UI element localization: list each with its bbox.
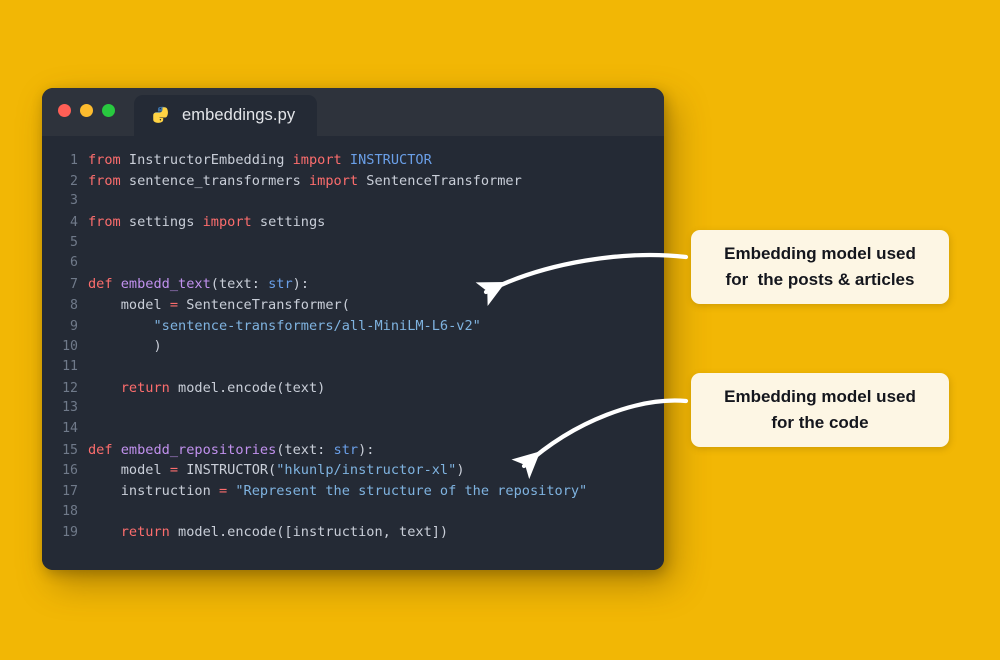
- window-controls: [58, 104, 115, 117]
- code-line: 3: [42, 193, 664, 214]
- callout-line-1: Embedding model used: [724, 243, 916, 263]
- code-line: 11: [42, 359, 664, 380]
- code-line-text: return model.encode(text): [120, 379, 326, 396]
- code-line: 1 from InstructorEmbedding import INSTRUC…: [42, 152, 664, 173]
- line-number: 10: [62, 339, 78, 355]
- code-line: 9 "sentence-transformers/all-MiniLM-L6-v…: [42, 318, 664, 339]
- code-line-text: "sentence-transformers/all-MiniLM-L6-v2": [153, 317, 481, 334]
- code-line-text: model = INSTRUCTOR("hkunlp/instructor-xl…: [88, 462, 465, 479]
- code-line: 12 return model.encode(text): [42, 380, 664, 401]
- code-line: 5: [42, 235, 664, 256]
- window-title-bar: embeddings.py: [42, 88, 664, 136]
- code-line: 8 model = SentenceTransformer(: [42, 297, 664, 318]
- line-number: 6: [70, 255, 78, 271]
- line-number: 13: [62, 400, 78, 416]
- code-line: 2 from sentence_transformers import Sente…: [42, 173, 664, 194]
- canvas: embeddings.py 1 from InstructorEmbedding …: [0, 0, 1000, 660]
- code-line-text: from settings import settings: [88, 214, 326, 231]
- line-number: 17: [62, 484, 78, 499]
- line-number: 15: [62, 442, 78, 458]
- code-line-text: return model.encode([instruction, text]): [120, 524, 449, 541]
- code-content[interactable]: 1 from InstructorEmbedding import INSTRUC…: [42, 136, 664, 570]
- line-number: 11: [62, 358, 78, 374]
- line-number: 3: [70, 193, 78, 209]
- line-number: 9: [70, 318, 78, 334]
- code-line-text: from InstructorEmbedding import INSTRUCT…: [88, 152, 432, 168]
- tab-embeddings-py[interactable]: embeddings.py: [134, 95, 318, 136]
- code-line: 14: [42, 421, 664, 442]
- line-number: 8: [70, 297, 78, 313]
- line-number: 18: [62, 503, 78, 519]
- line-number: 19: [62, 525, 78, 541]
- line-number: 2: [70, 173, 78, 189]
- code-line: 17 instruction = "Represent the structur…: [42, 483, 664, 504]
- tab-label: embeddings.py: [182, 106, 296, 124]
- line-number: 7: [70, 277, 78, 293]
- code-line-text: def embedd_repositories(text: str):: [88, 441, 375, 458]
- line-number: 4: [70, 215, 78, 231]
- maximize-button[interactable]: [102, 104, 115, 117]
- code-line: 13: [42, 400, 664, 421]
- line-number: 12: [62, 380, 78, 396]
- line-number: 16: [62, 463, 78, 479]
- line-number: 14: [62, 420, 78, 436]
- code-line: 6: [42, 255, 664, 276]
- code-line: 15 def embedd_repositories(text: str):: [42, 442, 664, 463]
- code-line: 19 return model.encode([instruction, tex…: [42, 524, 664, 545]
- code-line: 16 model = INSTRUCTOR("hkunlp/instructor…: [42, 462, 664, 483]
- annotation-callout-code: Embedding model used for the code: [691, 373, 949, 447]
- code-line-text: model = SentenceTransformer(: [88, 296, 350, 313]
- line-number: 5: [70, 234, 78, 250]
- python-icon: [152, 106, 171, 125]
- close-button[interactable]: [58, 104, 71, 117]
- callout-line-1: Embedding model used: [724, 386, 916, 406]
- code-line-text: def embedd_text(text: str):: [88, 276, 310, 293]
- minimize-button[interactable]: [80, 104, 93, 117]
- code-line: 4 from settings import settings: [42, 214, 664, 235]
- line-number: 1: [70, 153, 78, 168]
- callout-line-2: for the code: [771, 413, 869, 432]
- code-editor-window: embeddings.py 1 from InstructorEmbedding …: [42, 88, 664, 570]
- code-line: 18: [42, 504, 664, 525]
- code-line-text: ): [88, 338, 162, 355]
- code-line-text: from sentence_transformers import Senten…: [88, 172, 522, 189]
- callout-line-2: for the posts & articles: [725, 270, 915, 289]
- code-line: 7 def embedd_text(text: str):: [42, 276, 664, 297]
- annotation-callout-posts: Embedding model used for the posts & art…: [691, 230, 949, 304]
- code-line-text: instruction = "Represent the structure o…: [88, 483, 588, 499]
- code-line: 10 ): [42, 338, 664, 359]
